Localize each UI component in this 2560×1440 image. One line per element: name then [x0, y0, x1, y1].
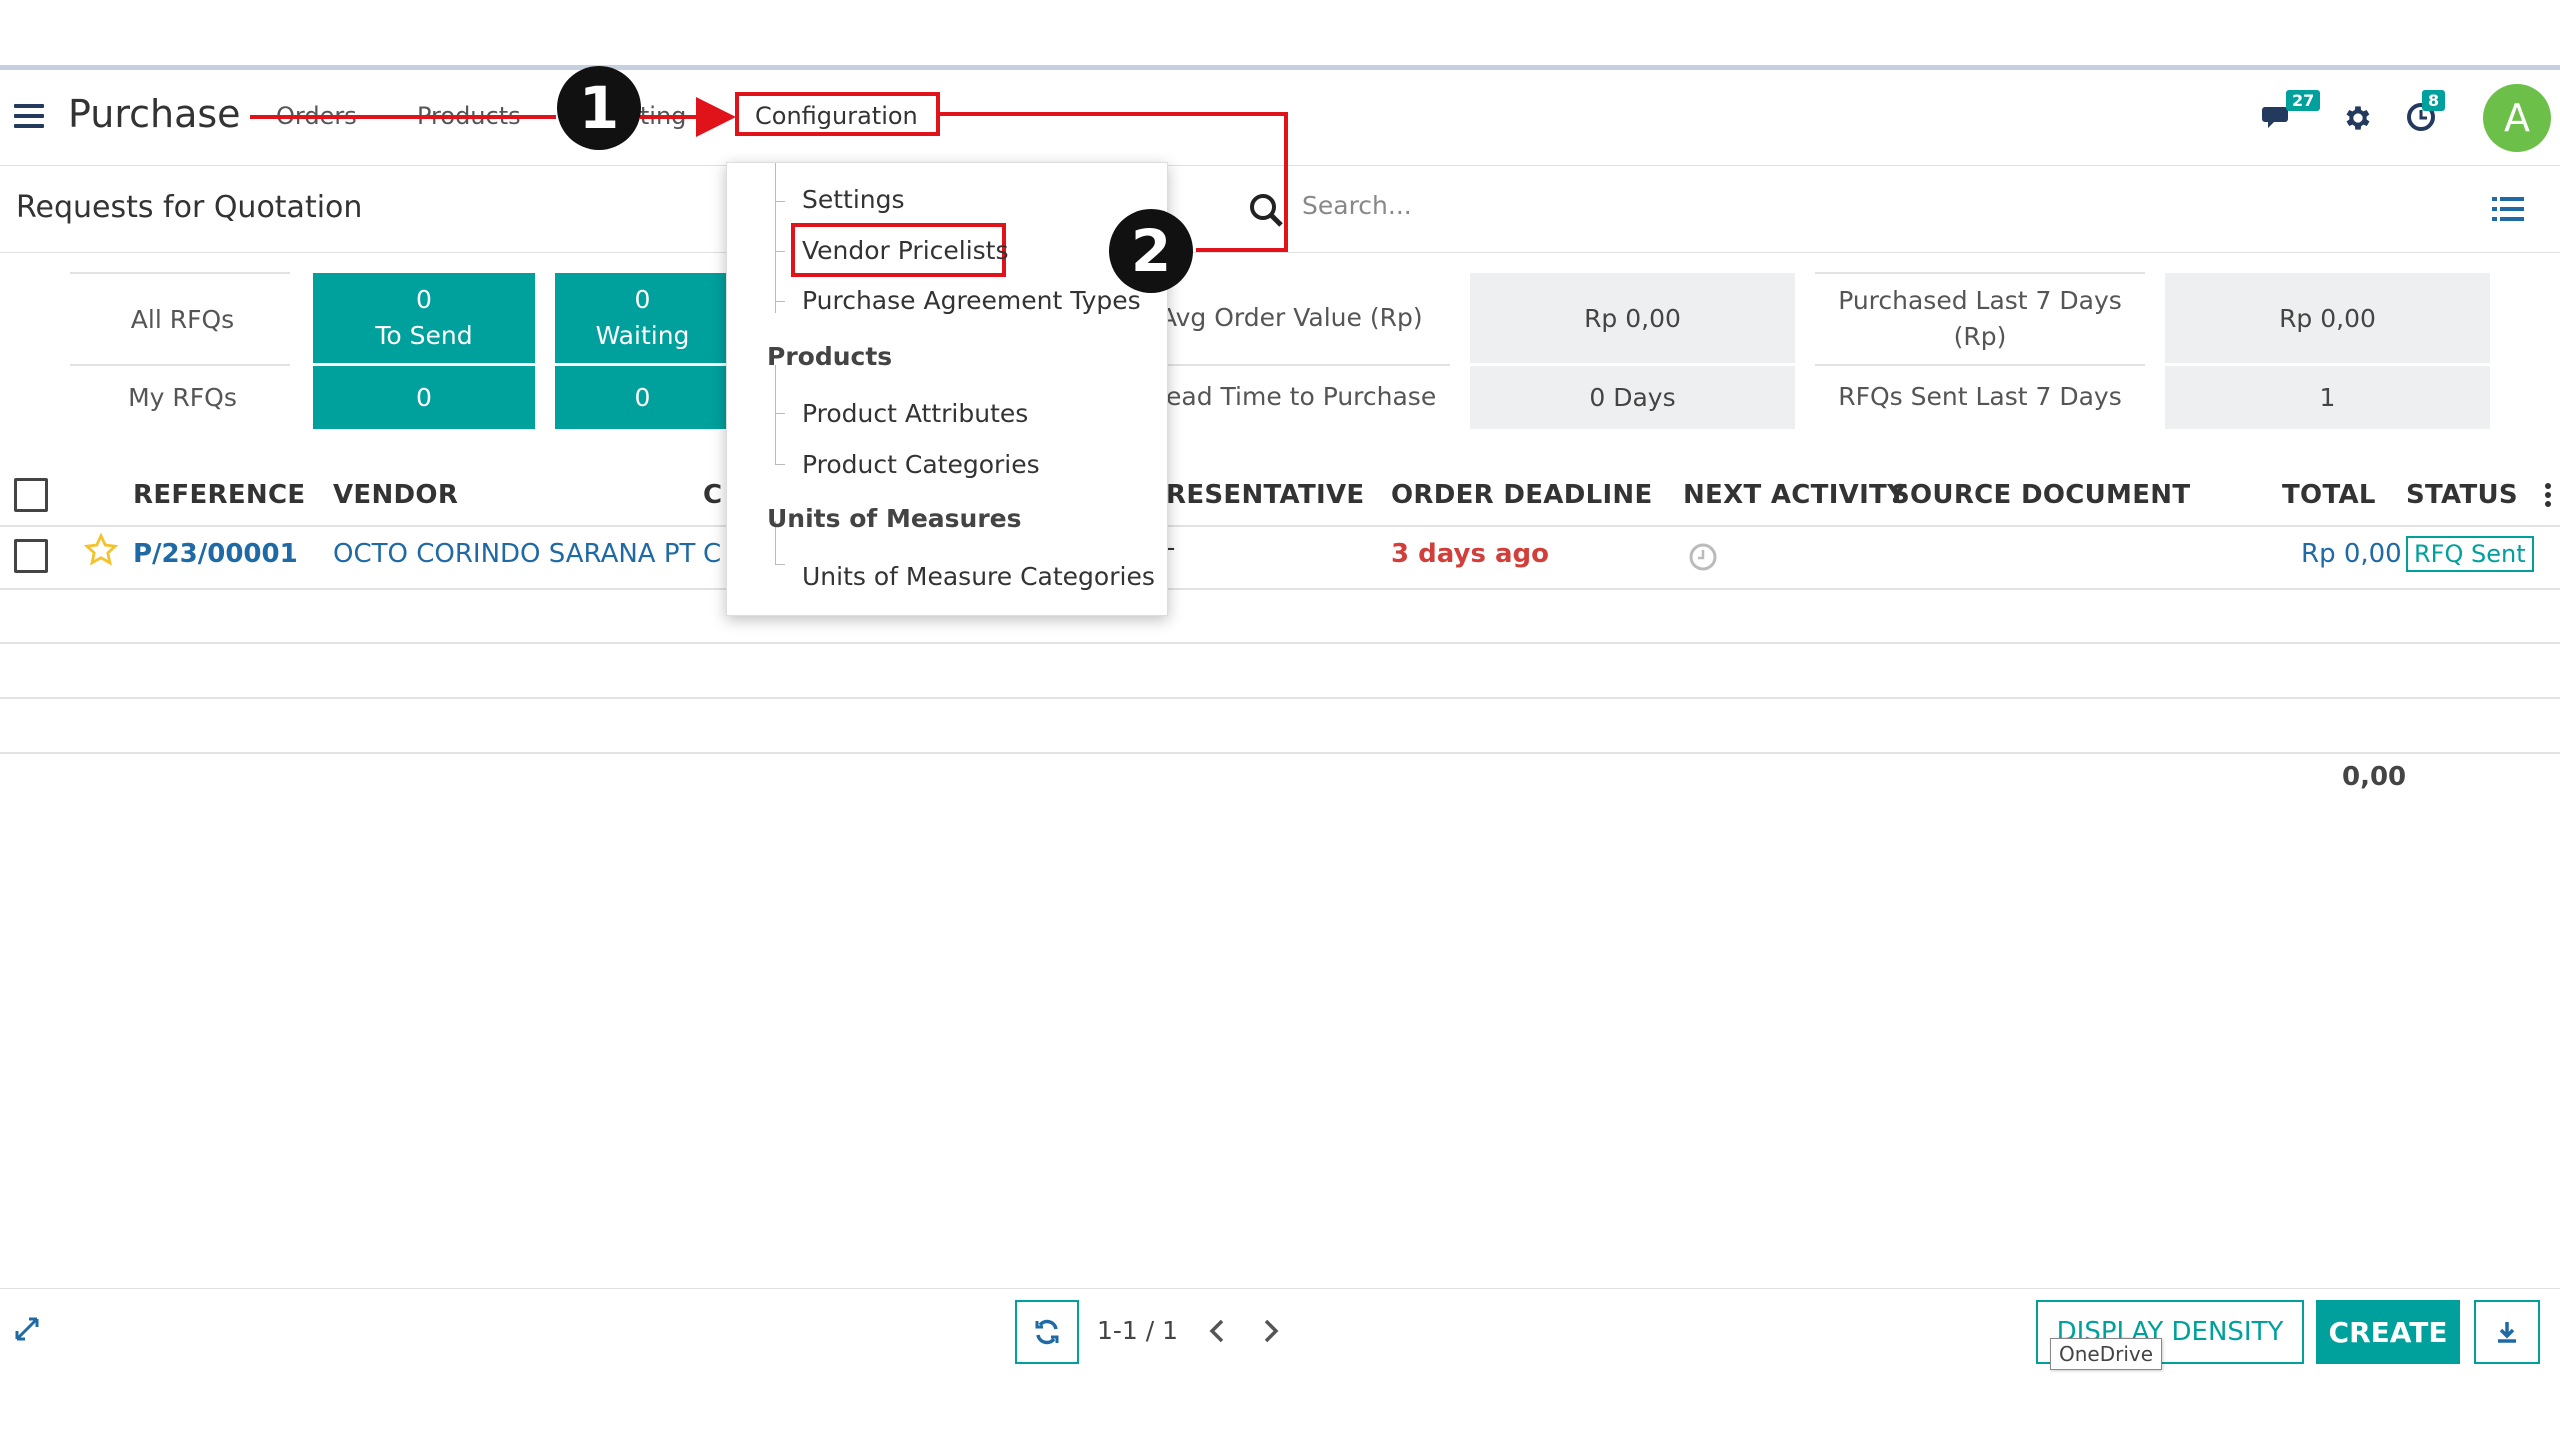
col-next-activity[interactable]: NEXT ACTIVITY: [1683, 480, 1906, 510]
row-company: C: [703, 539, 722, 569]
menu-item-product-attributes[interactable]: Product Attributes: [802, 399, 1028, 428]
annotation-step-1: 1: [557, 66, 641, 150]
all-rfqs-label: All RFQs: [130, 304, 235, 334]
dash-divider: [1815, 272, 2145, 274]
lead-time-label: ead Time to Purchase: [1166, 382, 1437, 411]
download-icon: [2498, 1322, 2516, 1343]
onedrive-tooltip: OneDrive: [2050, 1338, 2163, 1370]
menu-item-settings[interactable]: Settings: [802, 185, 905, 214]
col-vendor[interactable]: VENDOR: [333, 480, 458, 510]
tree-tick: [775, 251, 785, 252]
tree-tick: [775, 564, 785, 565]
tree-tick: [775, 413, 785, 414]
search-icon[interactable]: [1248, 192, 1284, 232]
tree-tick: [775, 301, 785, 302]
col-total[interactable]: TOTAL: [2282, 480, 2376, 510]
avg-order-value: Rp 0,00: [1470, 273, 1795, 363]
waiting-tile[interactable]: 0 Waiting: [555, 273, 730, 363]
menu-item-vendor-pricelists[interactable]: Vendor Pricelists: [802, 236, 1009, 265]
col-company[interactable]: C: [703, 480, 722, 510]
lead-time-value: 0 Days: [1470, 366, 1795, 429]
list-view-icon[interactable]: [2492, 196, 2524, 222]
configuration-dropdown: Settings Vendor Pricelists Purchase Agre…: [726, 162, 1168, 616]
purchased-value: Rp 0,00: [2165, 273, 2490, 363]
create-button[interactable]: CREATE: [2316, 1300, 2460, 1364]
avg-order-label: Avg Order Value (Rp): [1160, 303, 1423, 332]
to-send-label: To Send: [375, 321, 473, 350]
refresh-button[interactable]: [1015, 1300, 1079, 1364]
col-status[interactable]: STATUS: [2406, 480, 2518, 510]
row-status-badge: RFQ Sent: [2406, 536, 2534, 572]
star-icon[interactable]: [83, 532, 119, 571]
my-rfqs-label: My RFQs: [128, 382, 237, 412]
chevron-right-icon[interactable]: [1262, 1318, 1280, 1348]
dash-divider: [70, 364, 290, 366]
row-order-deadline: 3 days ago: [1391, 539, 1549, 569]
waiting-label: Waiting: [595, 321, 690, 350]
download-button[interactable]: [2474, 1300, 2540, 1364]
purchased-label-line2: (Rp): [1953, 322, 2007, 351]
dash-divider: [1160, 364, 1450, 366]
chevron-left-icon[interactable]: [1208, 1318, 1226, 1348]
menu-section-uom: Units of Measures: [767, 504, 1022, 533]
col-representative[interactable]: RESENTATIVE: [1166, 480, 1364, 510]
pager-value[interactable]: 1-1 / 1: [1097, 1316, 1178, 1345]
to-send-tile[interactable]: 0 To Send: [313, 273, 535, 363]
to-send-count: 0: [416, 285, 432, 314]
my-to-send-tile[interactable]: 0: [313, 366, 535, 429]
dash-divider: [70, 272, 290, 274]
table-row[interactable]: P/23/00001 OCTO CORINDO SARANA PT C - 3 …: [0, 527, 2560, 587]
menu-item-uom-categories[interactable]: Units of Measure Categories: [802, 562, 1155, 591]
row-reference[interactable]: P/23/00001: [133, 539, 298, 569]
row-divider: [0, 752, 2560, 754]
row-divider: [0, 642, 2560, 644]
rfqs-sent-value: 1: [2165, 366, 2490, 429]
sum-total: 0,00: [2342, 762, 2407, 792]
tree-line: [775, 163, 776, 313]
row-divider: [0, 588, 2560, 590]
menu-item-product-categories[interactable]: Product Categories: [802, 450, 1040, 479]
rfqs-sent-label: RFQs Sent Last 7 Days: [1838, 382, 2122, 411]
control-panel: Requests for Quotation: [0, 166, 2560, 253]
col-source-document[interactable]: SOURCE DOCUMENT: [1891, 480, 2190, 510]
tree-tick: [775, 464, 785, 465]
select-all-checkbox[interactable]: [14, 478, 48, 512]
row-checkbox[interactable]: [14, 539, 48, 573]
col-order-deadline[interactable]: ORDER DEADLINE: [1391, 480, 1653, 510]
breadcrumb: Requests for Quotation: [16, 190, 363, 225]
purchased-label-line1: Purchased Last 7 Days: [1838, 286, 2122, 315]
my-waiting-tile[interactable]: 0: [555, 366, 730, 429]
row-divider: [0, 697, 2560, 699]
menu-item-purchase-agreement-types[interactable]: Purchase Agreement Types: [802, 286, 1141, 315]
col-reference[interactable]: REFERENCE: [133, 480, 305, 510]
search-input[interactable]: [1300, 190, 2404, 221]
refresh-icon: [1035, 1319, 1059, 1345]
next-activity-clock-icon[interactable]: [1688, 542, 1718, 576]
expand-icon[interactable]: [14, 1316, 40, 1346]
tree-tick: [775, 201, 785, 202]
footer-divider: [0, 1288, 2560, 1289]
menu-section-products: Products: [767, 342, 893, 371]
tree-line: [775, 365, 776, 465]
waiting-count: 0: [634, 285, 651, 314]
dash-divider: [1815, 364, 2145, 366]
row-vendor[interactable]: OCTO CORINDO SARANA PT: [333, 539, 695, 569]
purchased-last-7-days-label: Purchased Last 7 Days (Rp): [1815, 276, 2145, 362]
row-total: Rp 0,00: [2301, 539, 2402, 569]
optional-columns-icon[interactable]: [2544, 482, 2552, 512]
annotation-step-2: 2: [1109, 209, 1193, 293]
